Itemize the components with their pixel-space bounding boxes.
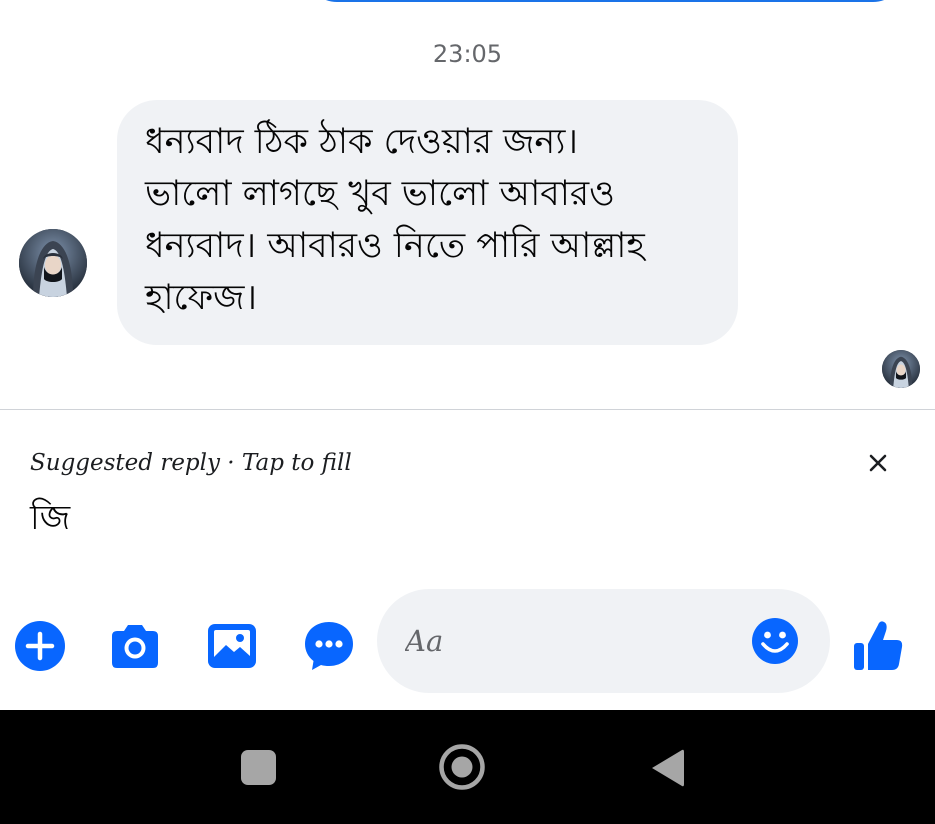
sender-avatar[interactable] (19, 229, 87, 297)
avatar-hijab-icon (882, 350, 920, 388)
message-input[interactable] (405, 619, 735, 663)
message-line: ধন্যবাদ। আবারও নিতে পারি আল্লাহ (145, 226, 645, 266)
recent-apps-button[interactable] (241, 750, 276, 785)
more-apps-button[interactable] (302, 619, 356, 673)
camera-button[interactable] (108, 619, 162, 673)
thumbs-up-icon (854, 621, 903, 670)
triangle-back-icon (652, 749, 684, 787)
more-chat-icon (305, 622, 353, 670)
seen-indicator-avatar (882, 350, 920, 388)
message-line: হাফেজ। (145, 278, 258, 318)
camera-icon (112, 625, 158, 668)
smiley-icon (752, 618, 798, 664)
message-composer[interactable] (377, 589, 830, 693)
emoji-button[interactable] (750, 616, 800, 666)
message-line: ধন্যবাদ ঠিক ঠাক দেওয়ার জন্য। (145, 122, 578, 162)
close-icon (869, 454, 887, 472)
received-message-bubble[interactable]: ধন্যবাদ ঠিক ঠাক দেওয়ার জন্য। ভালো লাগছে… (117, 100, 738, 345)
suggested-reply-chip[interactable]: জি (30, 492, 70, 549)
message-timestamp: 23:05 (432, 40, 503, 68)
previous-message-bubble-edge (305, 0, 905, 2)
home-button[interactable] (437, 742, 487, 792)
close-suggestion-button[interactable] (864, 449, 892, 477)
avatar-hijab-icon (19, 229, 87, 297)
back-button[interactable] (649, 747, 685, 789)
plus-button[interactable] (13, 619, 67, 673)
gallery-button[interactable] (205, 619, 259, 673)
suggested-reply-caption: Suggested reply · Tap to fill (30, 450, 352, 476)
message-line: ভালো লাগছে খুব ভালো আবারও (145, 174, 615, 214)
system-navigation-bar (0, 710, 935, 824)
image-icon (208, 624, 256, 668)
circle-icon (439, 744, 485, 790)
plus-circle-icon (15, 621, 65, 671)
like-button[interactable] (851, 617, 905, 673)
composer-divider (0, 409, 935, 410)
